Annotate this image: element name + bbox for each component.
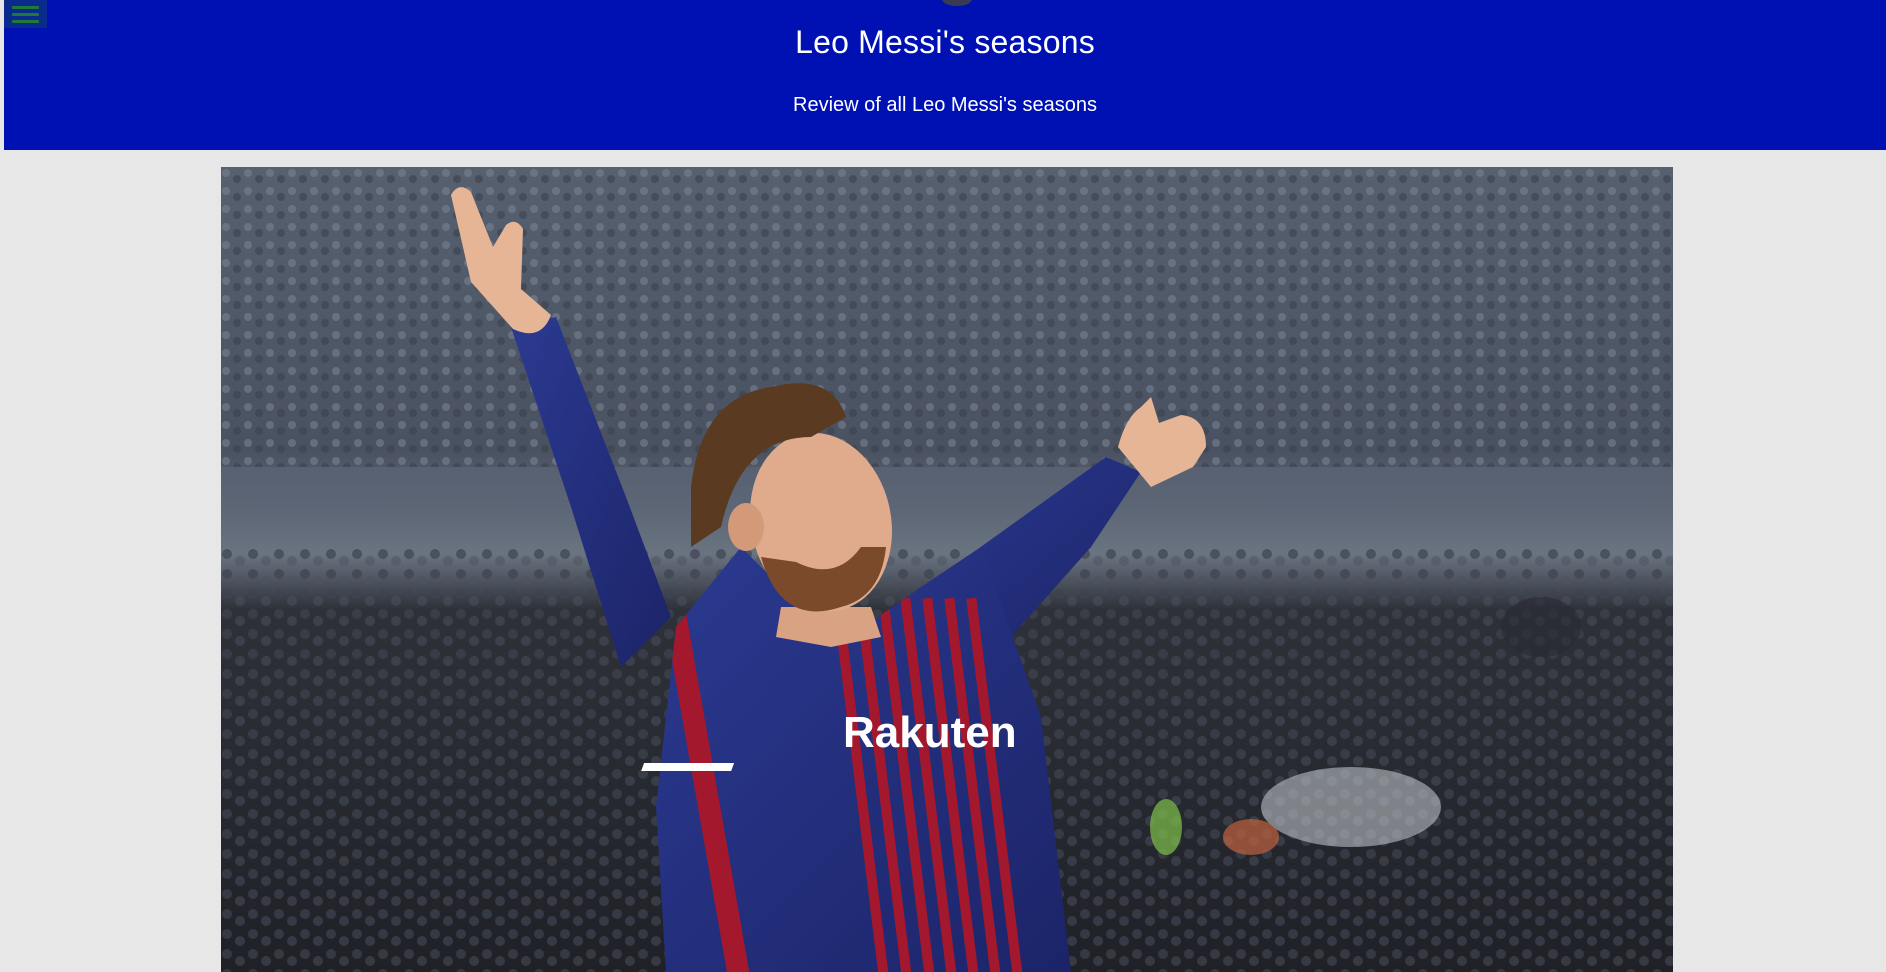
messi-celebration-illustration: Rakuten — [221, 167, 1673, 972]
site-header: Leo Messi's seasons Review of all Leo Me… — [4, 0, 1886, 150]
decorative-dot — [942, 0, 972, 6]
hamburger-menu-icon-line — [12, 19, 39, 23]
hero-image: Rakuten — [221, 167, 1673, 972]
hamburger-menu-icon — [12, 5, 39, 9]
page-subtitle: Review of all Leo Messi's seasons — [793, 94, 1097, 116]
jersey-sponsor-text: Rakuten — [843, 708, 1017, 757]
hamburger-menu-icon-line — [12, 12, 39, 16]
page-title: Leo Messi's seasons — [795, 24, 1095, 60]
